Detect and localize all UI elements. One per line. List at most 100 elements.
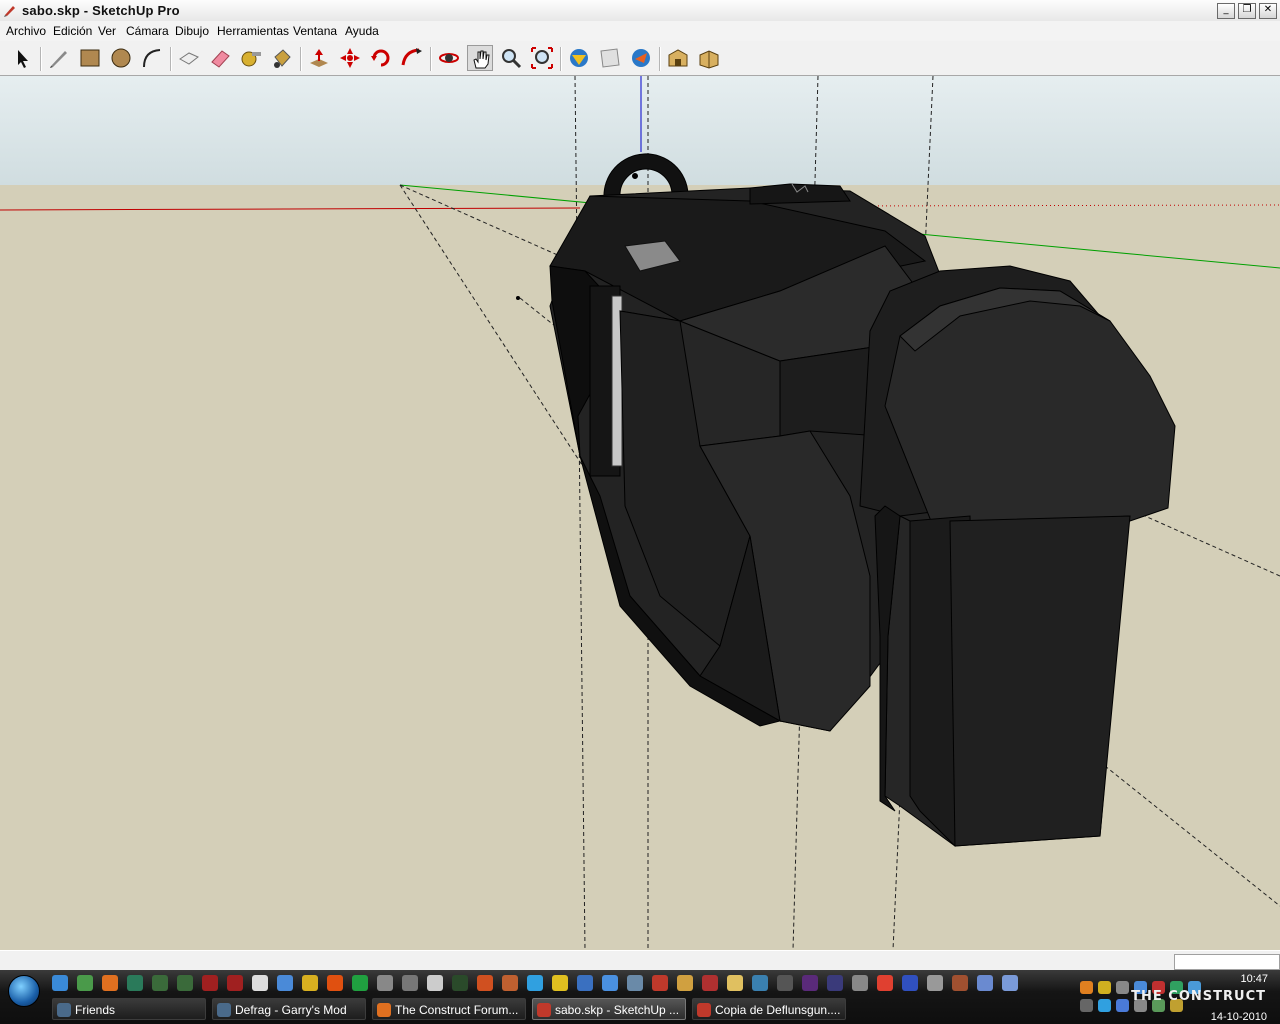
hand-icon[interactable] bbox=[277, 975, 293, 991]
share-model-icon[interactable] bbox=[597, 45, 623, 71]
sketchup-quick-icon[interactable] bbox=[652, 975, 668, 991]
gear-icon[interactable] bbox=[927, 975, 943, 991]
share-component-icon[interactable] bbox=[628, 45, 654, 71]
grid-icon[interactable] bbox=[477, 975, 493, 991]
task-construct-forum[interactable]: The Construct Forum... bbox=[372, 998, 526, 1020]
eraser-icon[interactable] bbox=[207, 45, 233, 71]
99-icon[interactable] bbox=[377, 975, 393, 991]
tray-icon[interactable] bbox=[1116, 981, 1129, 994]
headphones-icon[interactable] bbox=[852, 975, 868, 991]
select-tool-icon[interactable] bbox=[9, 45, 35, 71]
drawing-viewport[interactable] bbox=[0, 76, 1280, 950]
push-pull-icon[interactable] bbox=[306, 45, 332, 71]
folder-icon[interactable] bbox=[727, 975, 743, 991]
close-button[interactable]: ✕ bbox=[1259, 3, 1277, 19]
globe-icon[interactable] bbox=[127, 975, 143, 991]
circle-icon[interactable] bbox=[108, 45, 134, 71]
task-label: sabo.skp - SketchUp ... bbox=[555, 1003, 680, 1017]
warehouse-icon[interactable] bbox=[665, 45, 691, 71]
clock-time[interactable]: 10:47 bbox=[1240, 973, 1268, 985]
zoom-extents-icon[interactable] bbox=[529, 45, 555, 71]
orbit-icon[interactable] bbox=[436, 45, 462, 71]
menu-herramientas[interactable]: Herramientas bbox=[217, 24, 289, 38]
minimize-button[interactable]: _ bbox=[1217, 3, 1235, 19]
task-label: Copia de Deflunsgun.... bbox=[715, 1003, 841, 1017]
watermark: THE CONSTRUCT bbox=[1131, 989, 1266, 1004]
premiere-icon[interactable] bbox=[802, 975, 818, 991]
menu-ayuda[interactable]: Ayuda bbox=[345, 24, 379, 38]
monitor-icon[interactable] bbox=[452, 975, 468, 991]
tape-measure-icon[interactable] bbox=[238, 45, 264, 71]
extension-icon[interactable] bbox=[696, 45, 722, 71]
make-component-icon[interactable] bbox=[176, 45, 202, 71]
restore-button[interactable]: ❐ bbox=[1238, 3, 1256, 19]
title-bar: sabo.skp - SketchUp Pro _ ❐ ✕ bbox=[0, 0, 1280, 22]
menu-edicion[interactable]: Edición bbox=[53, 24, 92, 38]
eye-icon[interactable] bbox=[402, 975, 418, 991]
menu-ventana[interactable]: Ventana bbox=[293, 24, 337, 38]
steam-icon bbox=[57, 1003, 71, 1017]
window-icon[interactable] bbox=[252, 975, 268, 991]
sketchup-app-icon bbox=[4, 6, 15, 17]
misc-icon[interactable] bbox=[952, 975, 968, 991]
tray-icon[interactable] bbox=[1098, 981, 1111, 994]
paint-icon[interactable] bbox=[702, 975, 718, 991]
dvd-icon[interactable] bbox=[202, 975, 218, 991]
misc2-icon[interactable] bbox=[977, 975, 993, 991]
rectangle-icon[interactable] bbox=[77, 45, 103, 71]
tray-icon[interactable] bbox=[1080, 999, 1093, 1012]
chat-icon[interactable] bbox=[427, 975, 443, 991]
task-friends[interactable]: Friends bbox=[52, 998, 206, 1020]
steam-quick-icon[interactable] bbox=[602, 975, 618, 991]
get-models-icon[interactable] bbox=[566, 45, 592, 71]
menu-archivo[interactable]: Archivo bbox=[6, 24, 46, 38]
zoom-icon[interactable] bbox=[498, 45, 524, 71]
layout-icon[interactable] bbox=[677, 975, 693, 991]
measurements-box[interactable] bbox=[1174, 954, 1280, 970]
move-icon[interactable] bbox=[337, 45, 363, 71]
follow-me-icon[interactable] bbox=[399, 45, 425, 71]
skype-icon[interactable] bbox=[527, 975, 543, 991]
film2-icon[interactable] bbox=[177, 975, 193, 991]
menu-bar: Archivo Edición Ver Cámara Dibujo Herram… bbox=[0, 21, 1280, 41]
misc3-icon[interactable] bbox=[1002, 975, 1018, 991]
people-icon[interactable] bbox=[552, 975, 568, 991]
film-icon[interactable] bbox=[152, 975, 168, 991]
arrow-icon[interactable] bbox=[327, 975, 343, 991]
shoe-icon[interactable] bbox=[502, 975, 518, 991]
windows-taskbar: Friends Defrag - Garry's Mod The Constru… bbox=[0, 970, 1280, 1024]
task-sketchup[interactable]: sabo.skp - SketchUp ... bbox=[532, 998, 686, 1020]
start-button[interactable] bbox=[8, 975, 40, 1007]
sketchup-icon bbox=[697, 1003, 711, 1017]
tray-icon[interactable] bbox=[1080, 981, 1093, 994]
task-label: Defrag - Garry's Mod bbox=[235, 1003, 347, 1017]
tray-icon[interactable] bbox=[1098, 999, 1111, 1012]
after-effects-icon[interactable] bbox=[827, 975, 843, 991]
steam2-icon[interactable] bbox=[777, 975, 793, 991]
media-icon[interactable] bbox=[752, 975, 768, 991]
menu-camara[interactable]: Cámara bbox=[126, 24, 169, 38]
arc-icon[interactable] bbox=[139, 45, 165, 71]
menu-ver[interactable]: Ver bbox=[98, 24, 116, 38]
clock-date[interactable]: 14-10-2010 bbox=[1211, 1011, 1267, 1023]
plane-icon[interactable] bbox=[902, 975, 918, 991]
line-pencil-icon[interactable] bbox=[46, 45, 72, 71]
network-icon[interactable] bbox=[77, 975, 93, 991]
play-icon[interactable] bbox=[577, 975, 593, 991]
paint-bucket-icon[interactable] bbox=[269, 45, 295, 71]
rotate-icon[interactable] bbox=[368, 45, 394, 71]
chrome-icon[interactable] bbox=[877, 975, 893, 991]
tray-icon[interactable] bbox=[1116, 999, 1129, 1012]
task-copia-deflunsgun[interactable]: Copia de Deflunsgun.... bbox=[692, 998, 846, 1020]
dvd2-icon[interactable] bbox=[227, 975, 243, 991]
tool-icon[interactable] bbox=[627, 975, 643, 991]
firefox-quick-icon[interactable] bbox=[102, 975, 118, 991]
guide-point bbox=[516, 296, 520, 300]
ie-icon[interactable] bbox=[52, 975, 68, 991]
h-icon[interactable] bbox=[352, 975, 368, 991]
trophy-icon[interactable] bbox=[302, 975, 318, 991]
task-defrag-garrys-mod[interactable]: Defrag - Garry's Mod bbox=[212, 998, 366, 1020]
pan-hand-icon[interactable] bbox=[467, 45, 493, 71]
menu-dibujo[interactable]: Dibujo bbox=[175, 24, 209, 38]
task-label: Friends bbox=[75, 1003, 116, 1017]
